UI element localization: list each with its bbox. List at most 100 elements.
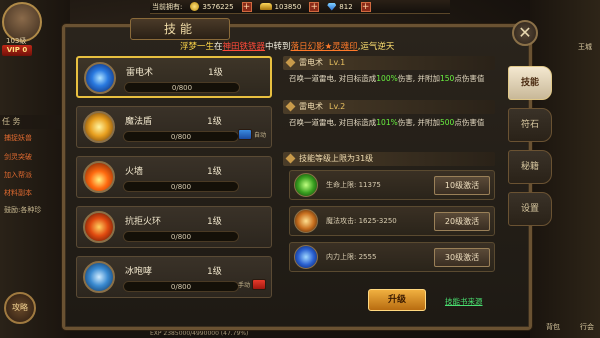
roar-icon: [83, 261, 115, 293]
manual-toggle-group: 手动: [238, 279, 267, 290]
skill-progress: 0/800: [123, 181, 239, 192]
desc-bonus: 150: [440, 74, 455, 83]
ingot-icon: [259, 3, 272, 10]
tab-runes[interactable]: 符石: [508, 108, 552, 142]
gold-amount: 3576225: [202, 2, 234, 11]
upgrade-stat: 内力上限: 2555: [326, 253, 377, 261]
skill-row-fire-ring[interactable]: 抗拒火环 1级 0/800: [76, 206, 272, 248]
upgrade-stat: 魔法攻击: 1625-3250: [326, 217, 397, 225]
desc-percent: 101%: [376, 118, 398, 127]
desc-text: 点伤害值: [454, 74, 485, 83]
skill-name: 冰咆哮: [125, 267, 153, 277]
auto-toggle-group: 自动: [238, 129, 266, 140]
desc-text: 召唤一道雷电, 对目标造成: [289, 118, 377, 127]
guide-round-button[interactable]: 攻略: [4, 292, 36, 324]
skill-name: 抗拒火环: [125, 217, 162, 227]
auto-toggle[interactable]: [238, 129, 252, 140]
upgrade-button[interactable]: 升级: [368, 289, 426, 311]
life-icon: [294, 173, 318, 197]
shield-icon: [83, 111, 115, 143]
skill-level: 1级: [207, 117, 222, 127]
desc-bonus: 500: [440, 118, 455, 127]
royal-city-button[interactable]: 王城: [578, 42, 592, 52]
tab-secret-book[interactable]: 秘籍: [508, 150, 552, 184]
announce-text: ,运气逆天: [357, 42, 395, 52]
resource-bar: 当前拥有: 3576225 + 103850 + 812 +: [150, 0, 450, 14]
announce-text: 在: [214, 42, 223, 52]
skill-level: 1级: [207, 167, 222, 177]
level-cap-header: 技能等级上限为31级: [283, 152, 495, 166]
add-gold-button[interactable]: +: [241, 1, 252, 12]
diamond-icon: [327, 2, 337, 11]
upgrade-row: 内力上限: 2555 30级激活: [289, 242, 495, 272]
bag-button[interactable]: 背包: [546, 322, 560, 332]
upgrade-row: 魔法攻击: 1625-3250 20级激活: [289, 206, 495, 236]
close-button[interactable]: ✕: [512, 20, 538, 46]
magic-attack-icon: [294, 209, 318, 233]
system-announcement: 浮梦一生在神田铁铁器中转到落日幻影★灵魂印,运气逆天: [180, 40, 440, 52]
gold-counter: 3576225: [190, 2, 234, 11]
skill-row-ice-roar[interactable]: 冰咆哮 1级 0/800 手动: [76, 256, 272, 298]
tab-settings[interactable]: 设置: [508, 192, 552, 226]
current-level-header: 雷电术 Lv.1: [283, 56, 495, 70]
manual-toggle[interactable]: [252, 279, 267, 290]
skill-list: 雷电术 1级 0/800 魔法盾 1级 0/800 自动 火墙 1级 0/800…: [76, 56, 272, 306]
activate-30-button[interactable]: 30级激活: [434, 248, 490, 267]
diamond-counter: 812: [327, 2, 353, 11]
skill-book-source-link[interactable]: 技能书来源: [445, 296, 483, 307]
activate-20-button[interactable]: 20级激活: [434, 212, 490, 231]
panel-title: 技能: [130, 18, 230, 40]
skill-progress: 0/800: [123, 281, 239, 292]
ingot-counter: 103850: [259, 2, 302, 11]
current-level-desc: 召唤一道雷电, 对目标造成100%伤害, 并附加150点伤害值: [289, 72, 497, 86]
skill-progress: 0/800: [123, 131, 239, 142]
skill-name: 火墙: [125, 167, 144, 177]
toggle-label: 自动: [254, 132, 267, 139]
skill-progress: 0/800: [124, 82, 240, 93]
announce-item-link[interactable]: 神田铁铁器: [223, 42, 266, 52]
ring-icon: [83, 211, 115, 243]
quest-item[interactable]: 捕捉妖兽: [0, 133, 32, 143]
add-diamond-button[interactable]: +: [360, 1, 371, 12]
fire-icon: [83, 161, 115, 193]
toggle-label: 手动: [238, 282, 251, 289]
skill-row-magic-shield[interactable]: 魔法盾 1级 0/800 自动: [76, 106, 272, 148]
desc-text: 伤害, 并附加: [397, 118, 441, 127]
skill-name: 魔法盾: [125, 117, 153, 127]
skill-row-fire-wall[interactable]: 火墙 1级 0/800: [76, 156, 272, 198]
side-tabs: 技能 符石 秘籍 设置: [508, 66, 552, 234]
exp-bar-text: EXP 2385000/4990000 (47.79%): [150, 330, 249, 337]
quest-item[interactable]: 剑灵突破: [0, 152, 32, 162]
desc-percent: 100%: [376, 74, 398, 83]
vip-badge[interactable]: VIP 0: [2, 45, 32, 56]
task-tab[interactable]: 任 务: [0, 115, 70, 129]
inner-power-icon: [294, 245, 318, 269]
skill-detail: 雷电术 Lv.1 召唤一道雷电, 对目标造成100%伤害, 并附加150点伤害值 …: [283, 56, 503, 318]
skill-name: 雷电术: [126, 68, 154, 78]
announce-text: 中转到: [265, 42, 291, 52]
add-ingot-button[interactable]: +: [309, 1, 320, 12]
activate-10-button[interactable]: 10级激活: [434, 176, 490, 195]
announce-reward-link[interactable]: 落日幻影★灵魂印: [291, 42, 358, 52]
desc-text: 召唤一道雷电, 对目标造成: [289, 74, 377, 83]
current-skill-name: 雷电术: [299, 58, 323, 67]
quest-item[interactable]: 鼓励:各种珍: [0, 205, 41, 215]
skill-progress: 0/800: [123, 231, 239, 242]
upgrade-row: 生命上限: 11375 10级激活: [289, 170, 495, 200]
guild-button[interactable]: 行会: [580, 322, 594, 332]
ingot-amount: 103850: [274, 2, 302, 11]
desc-text: 点伤害值: [454, 118, 485, 127]
gold-coin-icon: [190, 2, 200, 11]
quest-item[interactable]: 材料副本: [0, 188, 32, 198]
skill-row-thunder[interactable]: 雷电术 1级 0/800: [76, 56, 272, 98]
tab-skills[interactable]: 技能: [508, 66, 552, 100]
thunder-icon: [84, 62, 116, 94]
upgrade-stat: 生命上限: 11375: [326, 181, 381, 189]
current-skill-level: Lv.1: [329, 58, 346, 67]
next-level-header: 雷电术 Lv.2: [283, 100, 495, 114]
next-skill-level: Lv.2: [329, 102, 346, 111]
diamond-amount: 812: [339, 2, 353, 11]
quest-item[interactable]: 加入帮派: [0, 170, 32, 180]
announce-player: 浮梦一生: [180, 42, 215, 52]
skill-level: 1级: [207, 267, 222, 277]
